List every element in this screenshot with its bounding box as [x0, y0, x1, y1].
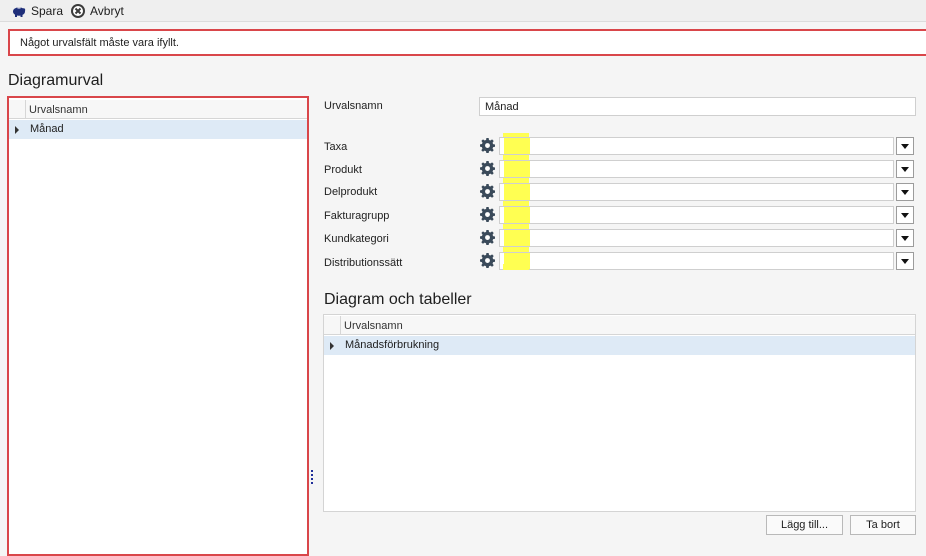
remove-button[interactable]: Ta bort [850, 515, 916, 535]
delprodukt-combo[interactable] [499, 183, 894, 201]
gear-icon[interactable] [480, 184, 495, 199]
filter-label-fakturagrupp: Fakturagrupp [324, 210, 390, 222]
table-row[interactable]: Månadsförbrukning [324, 336, 915, 355]
gear-icon[interactable] [480, 138, 495, 153]
urvalsnamn-label: Urvalsnamn [324, 100, 383, 112]
cancel-circle-icon [70, 3, 86, 19]
gear-icon[interactable] [480, 207, 495, 222]
row-header-cell [324, 316, 341, 335]
row-cell-urvalsnamn[interactable]: Månadsförbrukning [345, 339, 439, 351]
table-row[interactable]: Månad [9, 120, 307, 139]
column-header-urvalsnamn[interactable]: Urvalsnamn [344, 320, 403, 332]
filter-label-produkt: Produkt [324, 164, 362, 176]
filter-label-distributionssatt: Distributionssätt [324, 257, 403, 269]
piggy-bank-icon [11, 4, 27, 18]
toolbar: Spara Avbryt [0, 0, 926, 22]
error-banner: Något urvalsfält måste vara ifyllt. [8, 29, 926, 56]
grid-header: Urvalsnamn [9, 100, 307, 119]
produkt-dropdown-button[interactable] [896, 160, 914, 178]
cancel-button[interactable]: Avbryt [70, 3, 124, 19]
diagramurval-title: Diagramurval [8, 72, 104, 89]
row-arrow-icon [330, 342, 334, 350]
charts-grid: Urvalsnamn Månadsförbrukning [323, 314, 916, 512]
column-header-urvalsnamn[interactable]: Urvalsnamn [29, 104, 88, 116]
gear-icon[interactable] [480, 253, 495, 268]
produkt-combo[interactable] [499, 160, 894, 178]
highlight-mark [504, 207, 530, 223]
grid-header: Urvalsnamn [324, 316, 915, 335]
error-message: Något urvalsfält måste vara ifyllt. [20, 37, 179, 49]
distributionssatt-dropdown-button[interactable] [896, 252, 914, 270]
selection-grid: Urvalsnamn Månad [7, 96, 309, 556]
save-label: Spara [31, 4, 64, 18]
taxa-dropdown-button[interactable] [896, 137, 914, 155]
splitter-handle[interactable] [311, 470, 314, 486]
filter-label-kundkategori: Kundkategori [324, 233, 389, 245]
urvalsnamn-input[interactable]: Månad [479, 97, 916, 116]
highlight-mark [503, 264, 529, 270]
diagram-tabeller-title: Diagram och tabeller [324, 291, 472, 308]
kundkategori-dropdown-button[interactable] [896, 229, 914, 247]
row-header-cell [9, 100, 26, 119]
save-button[interactable]: Spara [11, 3, 63, 19]
cancel-label: Avbryt [90, 4, 124, 18]
highlight-mark [504, 138, 530, 154]
highlight-mark [504, 230, 530, 246]
taxa-combo[interactable] [499, 137, 894, 155]
add-button[interactable]: Lägg till... [766, 515, 843, 535]
gear-icon[interactable] [480, 230, 495, 245]
filter-label-delprodukt: Delprodukt [324, 186, 378, 198]
fakturagrupp-combo[interactable] [499, 206, 894, 224]
filter-label-taxa: Taxa [324, 141, 348, 153]
kundkategori-combo[interactable] [499, 229, 894, 247]
highlight-mark [504, 184, 530, 200]
row-cell-urvalsnamn[interactable]: Månad [30, 123, 64, 135]
distributionssatt-combo[interactable] [499, 252, 894, 270]
highlight-mark [504, 161, 530, 177]
gear-icon[interactable] [480, 161, 495, 176]
row-arrow-icon [15, 126, 19, 134]
fakturagrupp-dropdown-button[interactable] [896, 206, 914, 224]
delprodukt-dropdown-button[interactable] [896, 183, 914, 201]
